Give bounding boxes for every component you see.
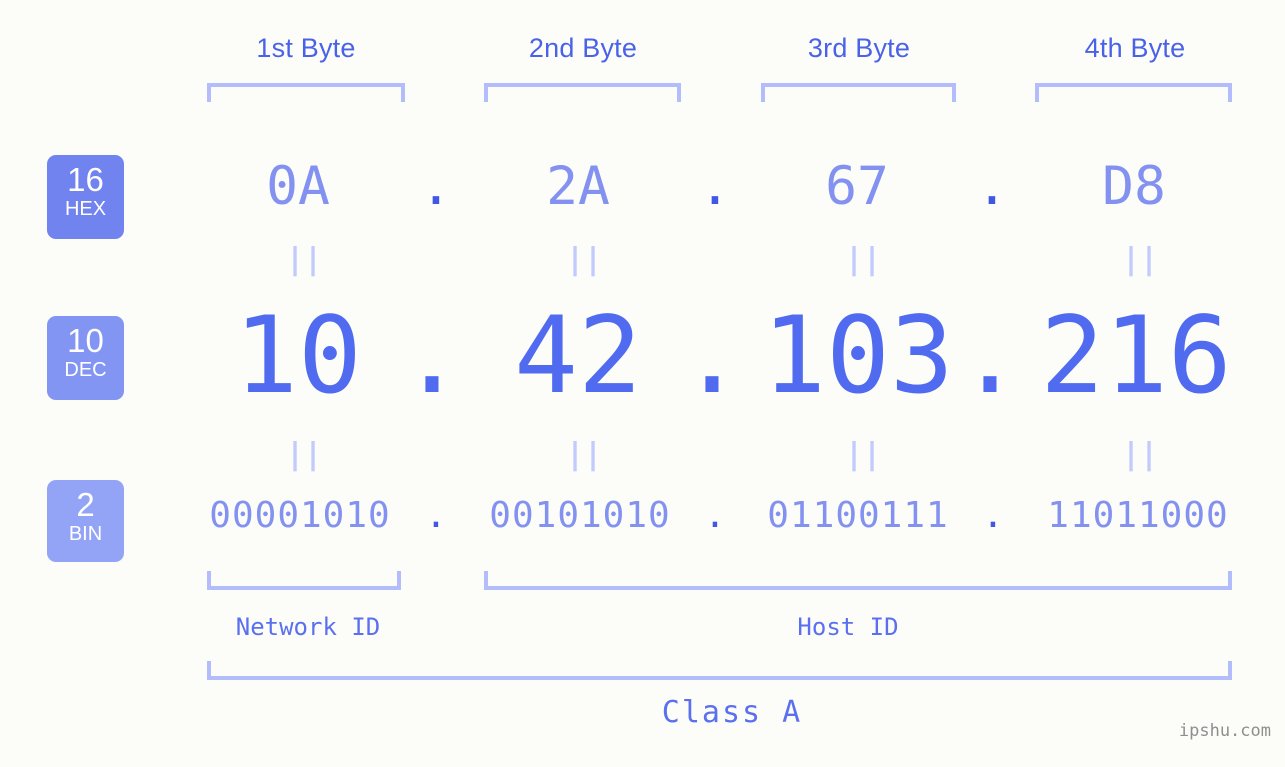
base-badge-bin-name: BIN	[68, 523, 103, 545]
host-id-label: Host ID	[797, 613, 899, 641]
equals-mark-hex-dec-1: ||	[286, 242, 323, 277]
class-label: Class A	[661, 695, 803, 730]
network-id-bracket	[207, 571, 401, 590]
equals-mark-dec-bin-2: ||	[566, 437, 603, 472]
host-id-bracket	[484, 571, 1232, 590]
equals-mark-dec-bin-4: ||	[1122, 437, 1159, 472]
base-badge-dec: 10 DEC	[47, 316, 124, 400]
bin-byte-4: 11011000	[1047, 495, 1229, 536]
ip-address-breakdown-diagram: 1st Byte 2nd Byte 3rd Byte 4th Byte 16 H…	[0, 0, 1285, 767]
equals-mark-dec-bin-1: ||	[286, 437, 323, 472]
network-id-label: Network ID	[235, 613, 381, 641]
dec-byte-1: 10	[234, 294, 362, 417]
bin-separator-2: .	[704, 495, 726, 536]
byte-header-2: 2nd Byte	[528, 33, 638, 63]
dec-separator-3: .	[958, 294, 1022, 417]
bin-separator-3: .	[982, 495, 1004, 536]
base-badge-hex-name: HEX	[64, 198, 107, 220]
site-watermark: ipshu.com	[1178, 721, 1271, 741]
equals-mark-hex-dec-2: ||	[566, 242, 603, 277]
hex-byte-1: 0A	[266, 156, 330, 217]
hex-byte-4: D8	[1102, 156, 1166, 217]
dec-byte-4: 216	[1040, 294, 1232, 417]
dec-byte-3: 103	[762, 294, 954, 417]
dec-separator-1: .	[400, 294, 464, 417]
bin-byte-2: 00101010	[489, 495, 671, 536]
dec-separator-2: .	[680, 294, 744, 417]
bin-separator-1: .	[425, 495, 447, 536]
hex-byte-2: 2A	[546, 156, 610, 217]
byte-header-3: 3rd Byte	[807, 33, 911, 63]
class-bracket	[207, 661, 1232, 680]
base-badge-hex-number: 16	[67, 161, 104, 198]
equals-mark-dec-bin-3: ||	[845, 437, 882, 472]
base-badge-bin: 2 BIN	[47, 480, 124, 562]
byte-header-4: 4th Byte	[1084, 33, 1186, 63]
bin-byte-3: 01100111	[767, 495, 949, 536]
base-badge-hex: 16 HEX	[47, 155, 124, 239]
base-badge-dec-name: DEC	[64, 359, 107, 381]
byte-header-1: 1st Byte	[256, 33, 356, 63]
byte-bracket-top-4	[1035, 83, 1232, 102]
dec-byte-2: 42	[514, 294, 642, 417]
hex-separator-1: .	[420, 156, 452, 217]
byte-bracket-top-2	[484, 83, 681, 102]
base-badge-dec-number: 10	[67, 322, 104, 359]
base-badge-bin-number: 2	[76, 486, 95, 523]
equals-mark-hex-dec-4: ||	[1122, 242, 1159, 277]
hex-separator-2: .	[699, 156, 731, 217]
hex-byte-3: 67	[825, 156, 889, 217]
byte-bracket-top-1	[207, 83, 405, 102]
equals-mark-hex-dec-3: ||	[845, 242, 882, 277]
bin-byte-1: 00001010	[209, 495, 391, 536]
hex-separator-3: .	[976, 156, 1008, 217]
byte-bracket-top-3	[761, 83, 956, 102]
